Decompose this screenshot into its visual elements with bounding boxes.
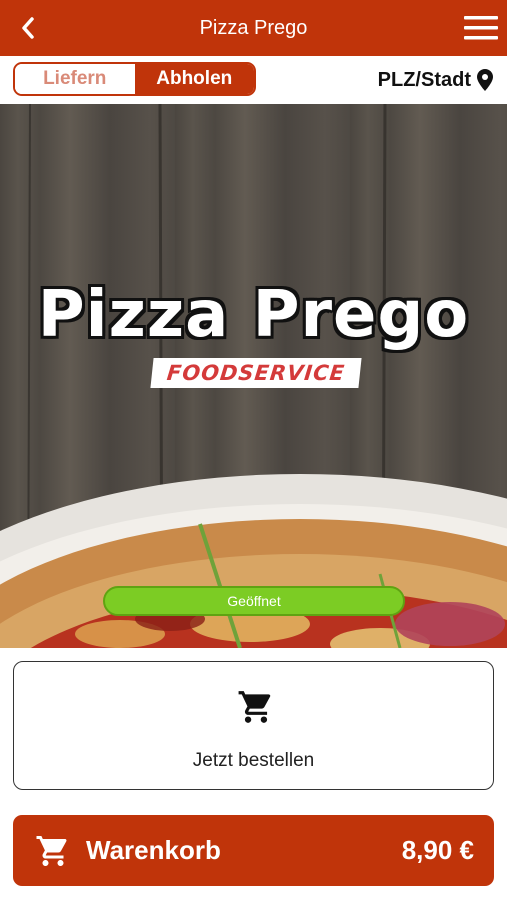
location-label: PLZ/Stadt [377,68,471,91]
hamburger-menu-icon [464,16,498,40]
app-header: Pizza Prego [0,0,507,56]
mode-bar: Liefern Abholen PLZ/Stadt [0,56,507,104]
cart-button[interactable]: Warenkorb 8,90 € [13,815,494,886]
order-now-button[interactable]: Jetzt bestellen [13,661,494,790]
mode-option-abholen[interactable]: Abholen [134,64,254,94]
open-status-badge: Geöffnet [103,586,405,616]
map-pin-icon [477,69,493,91]
cart-icon [36,836,67,866]
chevron-left-icon [22,17,34,39]
mode-option-liefern[interactable]: Liefern [15,64,135,94]
menu-button[interactable] [463,12,499,44]
logo-subtitle-band: FOODSERVICE [150,358,362,388]
location-selector[interactable]: PLZ/Stadt [378,66,493,94]
header-title: Pizza Prego [199,16,308,39]
cart-total: 8,90 € [401,835,474,865]
back-button[interactable] [14,14,42,42]
order-now-label: Jetzt bestellen [192,750,315,771]
logo-subtitle: FOODSERVICE [165,361,347,385]
hero-banner: Pizza Prego FOODSERVICE Geöffnet [0,104,507,648]
delivery-mode-toggle: Liefern Abholen [13,62,256,96]
cart-label: Warenkorb [86,835,221,865]
logo-title: Pizza Prego [37,278,470,352]
cart-icon [238,691,271,723]
